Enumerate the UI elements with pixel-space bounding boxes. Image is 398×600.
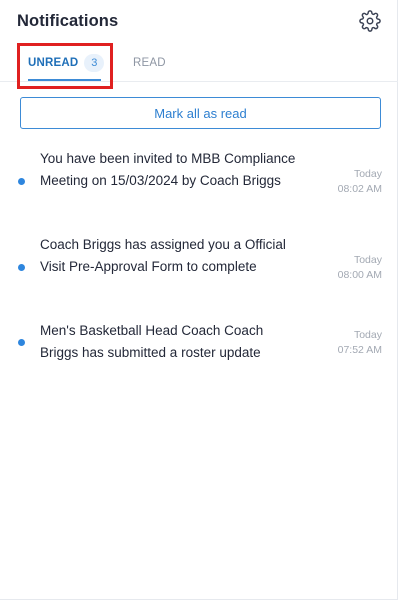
notification-text: Men's Basketball Head Coach Coach Briggs… — [40, 323, 264, 360]
notification-timestamp: Today 08:02 AM — [322, 167, 382, 197]
tab-unread-label: UNREAD — [28, 56, 79, 69]
panel-title: Notifications — [17, 12, 119, 30]
tab-unread[interactable]: UNREAD 3 — [28, 44, 105, 81]
notification-date: Today — [353, 254, 382, 266]
notification-item[interactable]: You have been invited to MBB Compliance … — [0, 148, 398, 234]
notification-time: 08:00 AM — [337, 269, 382, 281]
notification-item[interactable]: Men's Basketball Head Coach Coach Briggs… — [0, 320, 398, 380]
notification-time: 08:02 AM — [337, 183, 382, 195]
panel-header: Notifications — [17, 10, 381, 34]
notification-time: 07:52 AM — [337, 344, 382, 356]
gear-icon — [359, 10, 381, 32]
tab-bar: UNREAD 3 READ — [0, 44, 398, 82]
settings-button[interactable] — [359, 10, 381, 32]
tab-read-label: READ — [133, 56, 166, 69]
notification-item[interactable]: Coach Briggs has assigned you a Official… — [0, 234, 398, 320]
notification-text: You have been invited to MBB Compliance … — [40, 151, 296, 188]
unread-count-badge: 3 — [84, 53, 105, 72]
notification-date: Today — [353, 168, 382, 180]
unread-dot-icon — [18, 339, 25, 346]
unread-dot-icon — [18, 178, 25, 185]
unread-dot-icon — [18, 264, 25, 271]
notification-date: Today — [353, 329, 382, 341]
active-tab-indicator — [28, 79, 101, 81]
notification-timestamp: Today 08:00 AM — [322, 253, 382, 283]
notifications-panel: Notifications UNREAD 3 READ Mark all as … — [0, 0, 398, 600]
notification-text: Coach Briggs has assigned you a Official… — [40, 237, 286, 274]
notification-timestamp: Today 07:52 AM — [322, 328, 382, 358]
tab-read[interactable]: READ — [133, 44, 166, 81]
notification-list: You have been invited to MBB Compliance … — [0, 148, 398, 380]
mark-all-read-button[interactable]: Mark all as read — [20, 97, 381, 129]
